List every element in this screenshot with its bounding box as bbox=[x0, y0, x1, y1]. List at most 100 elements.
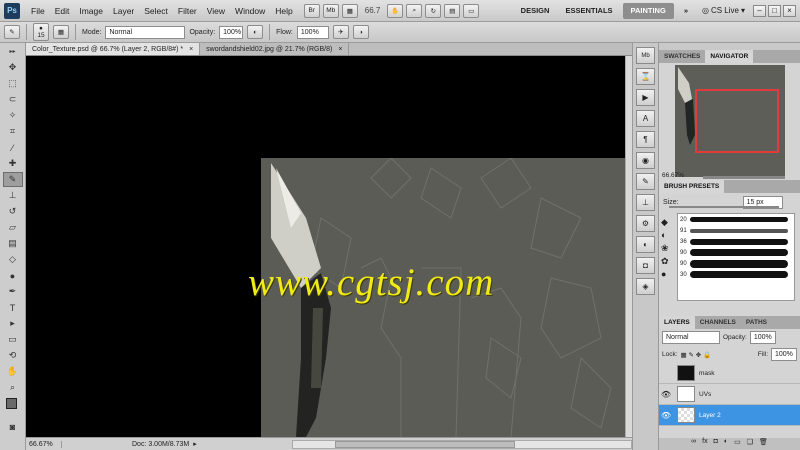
adjustments-panel-icon[interactable]: ◐ bbox=[636, 236, 655, 253]
workspace-painting[interactable]: PAINTING bbox=[622, 2, 674, 19]
brush-preset-icon[interactable]: ❀ bbox=[661, 242, 675, 255]
eraser-tool-icon[interactable]: ▱ bbox=[3, 220, 23, 235]
flow-input[interactable]: 100% bbox=[296, 25, 329, 39]
clone-stamp-tool-icon[interactable]: ⊥ bbox=[3, 188, 23, 203]
quick-mask-icon[interactable]: ◙ bbox=[3, 419, 23, 434]
vertical-scrollbar[interactable] bbox=[625, 56, 632, 437]
menu-filter[interactable]: Filter bbox=[173, 0, 202, 22]
quick-select-tool-icon[interactable]: ✧ bbox=[3, 108, 23, 123]
menu-image[interactable]: Image bbox=[74, 0, 108, 22]
workspace-design[interactable]: DESIGN bbox=[513, 0, 558, 22]
dodge-tool-icon[interactable]: ● bbox=[3, 268, 23, 283]
workspace-essentials[interactable]: ESSENTIALS bbox=[557, 0, 620, 22]
rotate-view-icon[interactable]: ↻ bbox=[425, 3, 442, 18]
status-menu-icon[interactable]: ▸ bbox=[193, 440, 197, 448]
menu-file[interactable]: File bbox=[26, 0, 50, 22]
menu-select[interactable]: Select bbox=[139, 0, 173, 22]
zoom-icon[interactable]: ⌕ bbox=[406, 3, 423, 18]
brush-preset-icon[interactable]: ● bbox=[661, 268, 675, 281]
link-layers-icon[interactable]: ∞ bbox=[691, 438, 696, 450]
clone-source-panel-icon[interactable]: ⊥ bbox=[636, 194, 655, 211]
menu-help[interactable]: Help bbox=[270, 0, 297, 22]
layer-opacity-input[interactable]: 100% bbox=[749, 331, 776, 344]
color-swatches-icon[interactable] bbox=[3, 396, 23, 418]
minimize-button[interactable]: – bbox=[753, 4, 766, 17]
brush-preset-list[interactable]: 20 91 36 90 90 30 bbox=[677, 213, 795, 301]
layer-row-mask[interactable]: mask bbox=[659, 363, 800, 384]
airbrush-icon[interactable]: ✈ bbox=[332, 25, 349, 39]
adjustment-layer-icon[interactable]: ◐ bbox=[724, 438, 728, 450]
tab-channels[interactable]: CHANNELS bbox=[695, 316, 741, 329]
group-icon[interactable]: ▭ bbox=[734, 438, 741, 450]
add-mask-icon[interactable]: ◘ bbox=[714, 438, 718, 450]
3d-panel-icon[interactable]: ◈ bbox=[636, 278, 655, 295]
menu-window[interactable]: Window bbox=[230, 0, 270, 22]
list-item[interactable]: 90 bbox=[678, 247, 794, 258]
tab-paths[interactable]: PATHS bbox=[741, 316, 772, 329]
list-item[interactable]: 91 bbox=[678, 225, 794, 236]
new-layer-icon[interactable]: ❏ bbox=[747, 438, 753, 450]
crop-tool-icon[interactable]: ⌗ bbox=[3, 124, 23, 139]
scrollbar-thumb[interactable] bbox=[335, 440, 515, 448]
actions-panel-icon[interactable]: ▶ bbox=[636, 89, 655, 106]
blend-mode-select[interactable]: Normal bbox=[662, 331, 720, 344]
type-tool-icon[interactable]: T bbox=[3, 300, 23, 315]
close-button[interactable]: × bbox=[783, 4, 796, 17]
screen-mode-icon[interactable]: ▭ bbox=[463, 3, 480, 18]
mode-select[interactable]: Normal bbox=[105, 25, 186, 39]
layer-row-layer-2[interactable]: 👁 Layer 2 bbox=[659, 405, 800, 426]
status-zoom[interactable]: 66.67% bbox=[26, 440, 62, 448]
gradient-tool-icon[interactable]: ▤ bbox=[3, 236, 23, 251]
hand-tool-icon[interactable]: ✋ bbox=[3, 364, 23, 379]
tab-layers[interactable]: LAYERS bbox=[659, 316, 695, 329]
navigator-zoom[interactable]: 66.67% bbox=[662, 172, 684, 179]
menu-edit[interactable]: Edit bbox=[50, 0, 75, 22]
brush-size-slider[interactable] bbox=[669, 206, 779, 208]
eye-icon[interactable]: 👁 bbox=[659, 390, 673, 399]
layer-row-uvs[interactable]: 👁 UVs bbox=[659, 384, 800, 405]
bridge-button[interactable]: Br bbox=[303, 3, 320, 18]
list-item[interactable]: 30 bbox=[678, 269, 794, 280]
path-selection-tool-icon[interactable]: ▸ bbox=[3, 316, 23, 331]
tab-color-texture[interactable]: Color_Texture.psd @ 66.7% (Layer 2, RGB/… bbox=[26, 43, 201, 55]
navigator-view-box[interactable] bbox=[695, 89, 779, 153]
cs-live-button[interactable]: ◎ CS Live ▾ bbox=[702, 6, 745, 15]
minibridge-button[interactable]: Mb bbox=[322, 3, 339, 18]
marquee-tool-icon[interactable]: ⬚ bbox=[3, 76, 23, 91]
history-panel-icon[interactable]: ⌛ bbox=[636, 68, 655, 85]
brush-preset-icon[interactable]: ◆ bbox=[661, 216, 675, 229]
pressure-opacity-icon[interactable]: ◐ bbox=[247, 25, 264, 39]
menu-view[interactable]: View bbox=[202, 0, 230, 22]
menu-layer[interactable]: Layer bbox=[108, 0, 139, 22]
foreground-color[interactable] bbox=[5, 398, 17, 409]
pressure-size-icon[interactable]: ◑ bbox=[352, 25, 369, 39]
pen-tool-icon[interactable]: ✒ bbox=[3, 284, 23, 299]
brush-tool-icon[interactable]: ✎ bbox=[4, 25, 20, 39]
eye-icon[interactable]: 👁 bbox=[659, 411, 673, 420]
tab-close-icon[interactable]: × bbox=[338, 43, 342, 55]
canvas-area[interactable]: www.cgtsj.com bbox=[26, 56, 625, 437]
shape-tool-icon[interactable]: ▭ bbox=[3, 332, 23, 347]
history-brush-tool-icon[interactable]: ↺ bbox=[3, 204, 23, 219]
eyedropper-tool-icon[interactable]: ⁄ bbox=[3, 140, 23, 155]
maximize-button[interactable]: □ bbox=[768, 4, 781, 17]
tab-brush-presets[interactable]: BRUSH PRESETS bbox=[659, 180, 725, 193]
lock-icon[interactable]: ▦ ✎ ✥ 🔒 bbox=[681, 351, 712, 359]
list-item[interactable]: 90 bbox=[678, 258, 794, 269]
3d-rotate-tool-icon[interactable]: ⟲ bbox=[3, 348, 23, 363]
blur-tool-icon[interactable]: ◇ bbox=[3, 252, 23, 267]
fx-icon[interactable]: fx bbox=[702, 438, 707, 450]
tab-sword-and-shield[interactable]: swordandshield02.jpg @ 21.7% (RGB/8) × bbox=[200, 43, 350, 55]
collapse-icon[interactable]: ▸▸ bbox=[3, 44, 23, 59]
tool-presets-panel-icon[interactable]: ⚙ bbox=[636, 215, 655, 232]
color-panel-icon[interactable]: ◉ bbox=[636, 152, 655, 169]
more-workspaces-button[interactable]: » bbox=[676, 0, 696, 22]
brush-preset-icon[interactable]: ✿ bbox=[661, 255, 675, 268]
navigator-zoom-slider[interactable] bbox=[703, 176, 785, 179]
zoom-level[interactable]: 66.7 bbox=[361, 6, 385, 15]
brush-panel-icon[interactable]: ✎ bbox=[636, 173, 655, 190]
character-panel-icon[interactable]: A bbox=[636, 110, 655, 127]
extras-icon[interactable]: ▦ bbox=[341, 3, 358, 18]
move-tool-icon[interactable]: ✥ bbox=[3, 60, 23, 75]
list-item[interactable]: 36 bbox=[678, 236, 794, 247]
